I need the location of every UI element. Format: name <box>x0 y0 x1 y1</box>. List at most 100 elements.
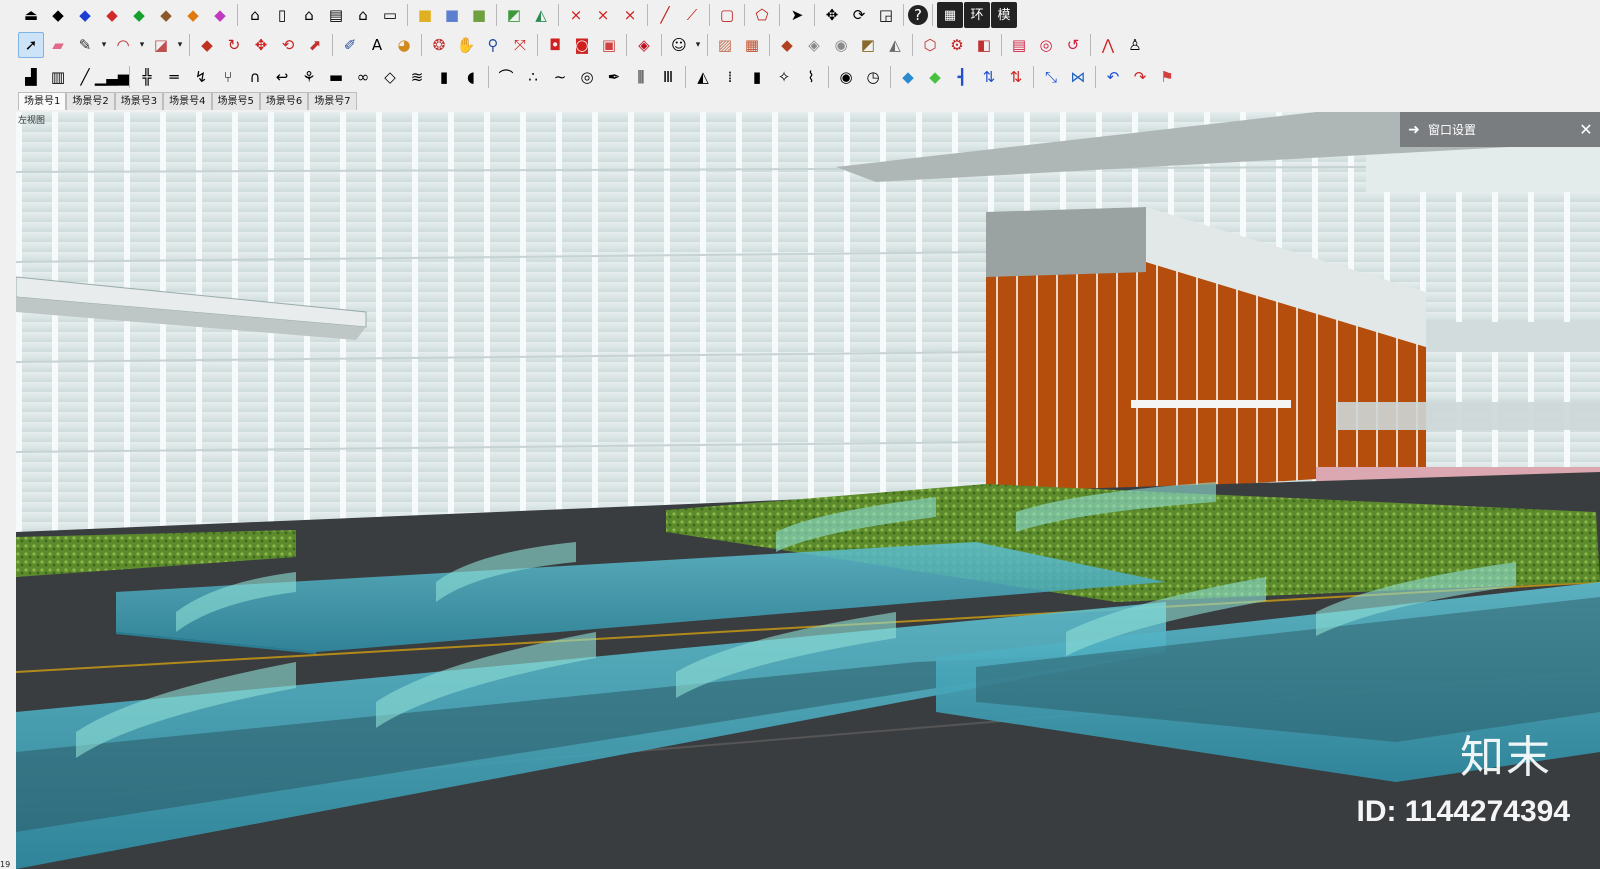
slope-icon[interactable]: ◭ <box>882 32 908 58</box>
cube-green-icon[interactable]: ◆ <box>126 2 152 28</box>
section-red-icon[interactable]: ◘ <box>542 32 568 58</box>
material-icon[interactable]: ▨ <box>712 32 738 58</box>
help-icon[interactable]: ? <box>908 5 928 25</box>
pen-icon[interactable]: ✒ <box>601 64 627 90</box>
dots-icon[interactable]: ∴ <box>520 64 546 90</box>
undo-red-icon[interactable]: ↷ <box>1127 64 1153 90</box>
triangle-icon[interactable]: ◭ <box>690 64 716 90</box>
report-icon[interactable]: ▤ <box>1006 32 1032 58</box>
target-icon[interactable]: ◎ <box>1033 32 1059 58</box>
bucket-icon[interactable]: ◉ <box>828 32 854 58</box>
line-icon[interactable]: ╱ <box>652 2 678 28</box>
rail-icon[interactable]: ═ <box>161 64 187 90</box>
components-icon[interactable]: ⬡ <box>917 32 943 58</box>
rect-icon[interactable]: ▢ <box>714 2 740 28</box>
hook-icon[interactable]: ↩ <box>269 64 295 90</box>
pencil-icon[interactable]: ✎ <box>72 32 98 58</box>
shop-icon[interactable]: ▭ <box>377 2 403 28</box>
scale-xy-icon[interactable]: ⨯ <box>590 2 616 28</box>
cube-blue-icon[interactable]: ◆ <box>72 2 98 28</box>
pillar2-icon[interactable]: ▮ <box>744 64 770 90</box>
push-pull-icon[interactable]: ◆ <box>194 32 220 58</box>
route-icon[interactable]: ↯ <box>188 64 214 90</box>
roof-icon[interactable]: ⌂ <box>350 2 376 28</box>
window-settings-panel[interactable]: ➜ 窗口设置 ✕ <box>1400 112 1600 147</box>
tree-icon[interactable]: ⚘ <box>296 64 322 90</box>
house-icon[interactable]: ⌂ <box>296 2 322 28</box>
select-icon[interactable]: ➚ <box>18 32 44 58</box>
slab-icon[interactable]: ▬ <box>323 64 349 90</box>
offset-icon[interactable]: ⬈ <box>302 32 328 58</box>
arrow-up-blue-icon[interactable]: ⇅ <box>976 64 1002 90</box>
stamp-icon[interactable]: ◖ <box>458 64 484 90</box>
gem-icon[interactable]: ◈ <box>631 32 657 58</box>
env-icon[interactable]: 环 <box>964 2 990 28</box>
layer-green-icon[interactable]: ◩ <box>501 2 527 28</box>
scene-tab[interactable]: 场景号7 <box>308 92 357 110</box>
sandbox-icon[interactable]: ◈ <box>801 32 827 58</box>
box-yellow-icon[interactable]: ■ <box>412 2 438 28</box>
stack-icon[interactable]: ≋ <box>404 64 430 90</box>
house-iso-icon[interactable]: ⌂ <box>242 2 268 28</box>
gear-icon[interactable]: ⚙ <box>944 32 970 58</box>
bow-icon[interactable]: ⋈ <box>1065 64 1091 90</box>
scene-tab[interactable]: 场景号5 <box>211 92 260 110</box>
diagonal-icon[interactable]: ⤡ <box>1038 64 1064 90</box>
pattern-icon[interactable]: ⋀ <box>1095 32 1121 58</box>
undo-blue-icon[interactable]: ↶ <box>1100 64 1126 90</box>
branch-icon[interactable]: ⑂ <box>215 64 241 90</box>
knot-icon[interactable]: ∞ <box>350 64 376 90</box>
scale-icon[interactable]: ◲ <box>873 2 899 28</box>
cube-orange-icon[interactable]: ◆ <box>180 2 206 28</box>
comb-icon[interactable]: ⫼ <box>628 64 654 90</box>
orbit-icon[interactable]: ❂ <box>426 32 452 58</box>
book-icon[interactable]: ▯ <box>269 2 295 28</box>
upload-icon[interactable]: ⏏ <box>18 2 44 28</box>
move-icon[interactable]: ✥ <box>819 2 845 28</box>
scale-x-icon[interactable]: ⨯ <box>563 2 589 28</box>
cube-brown-icon[interactable]: ◆ <box>153 2 179 28</box>
viewport-3d[interactable]: 左视图 ➜ 窗口设置 ✕ 知末 ID: 1144274394 <box>16 112 1600 869</box>
arrow-up-red-icon[interactable]: ⇅ <box>1003 64 1029 90</box>
cube-dark-icon[interactable]: ◆ <box>45 2 71 28</box>
polygon-icon[interactable]: ⬠ <box>749 2 775 28</box>
window-icon[interactable]: ▥ <box>45 64 71 90</box>
wave-icon[interactable]: ∼ <box>547 64 573 90</box>
text-icon[interactable]: A <box>364 32 390 58</box>
grid-icon[interactable]: ◇ <box>377 64 403 90</box>
user-icon[interactable]: ☺ <box>666 32 692 58</box>
dots-grid-icon[interactable]: ⁞ <box>717 64 743 90</box>
follow-me-icon[interactable]: ↻ <box>221 32 247 58</box>
polyline-icon[interactable]: ⟋ <box>679 2 705 28</box>
section-fill-icon[interactable]: ▣ <box>596 32 622 58</box>
reload-icon[interactable]: ↺ <box>1060 32 1086 58</box>
scene-tab[interactable]: 场景号1 <box>18 92 67 110</box>
box-green-icon[interactable]: ■ <box>466 2 492 28</box>
brush-icon[interactable]: ⌇ <box>798 64 824 90</box>
flat-icon[interactable]: ◩ <box>855 32 881 58</box>
eraser-icon[interactable]: ▰ <box>45 32 71 58</box>
curve-icon[interactable]: ⌒ <box>493 64 519 90</box>
scene-tab[interactable]: 场景号4 <box>163 92 212 110</box>
clock-icon[interactable]: ◷ <box>860 64 886 90</box>
pillar-icon[interactable]: Ⅲ <box>655 64 681 90</box>
building-icon[interactable]: ▤ <box>323 2 349 28</box>
pipe-icon[interactable]: ╬ <box>134 64 160 90</box>
terrain-icon[interactable]: ◆ <box>774 32 800 58</box>
scene-tab[interactable]: 场景号2 <box>66 92 115 110</box>
shape-icon[interactable]: ◪ <box>148 32 174 58</box>
layer-tree-icon[interactable]: ◭ <box>528 2 554 28</box>
zoom-icon[interactable]: ⚲ <box>480 32 506 58</box>
move-cross-icon[interactable]: ✥ <box>248 32 274 58</box>
paint-icon[interactable]: ◕ <box>391 32 417 58</box>
camera-icon[interactable]: ◉ <box>833 64 859 90</box>
cube-red-icon[interactable]: ◆ <box>99 2 125 28</box>
pan-icon[interactable]: ✋ <box>453 32 479 58</box>
cursor-icon[interactable]: ➤ <box>784 2 810 28</box>
axis-blue-icon[interactable]: ┫ <box>949 64 975 90</box>
cube-color-icon[interactable]: ◆ <box>895 64 921 90</box>
tape-icon[interactable]: ✐ <box>337 32 363 58</box>
arc-icon[interactable]: ◠ <box>110 32 136 58</box>
section-box-icon[interactable]: ◙ <box>569 32 595 58</box>
dropdown-arrow-icon[interactable]: ▾ <box>175 40 185 50</box>
